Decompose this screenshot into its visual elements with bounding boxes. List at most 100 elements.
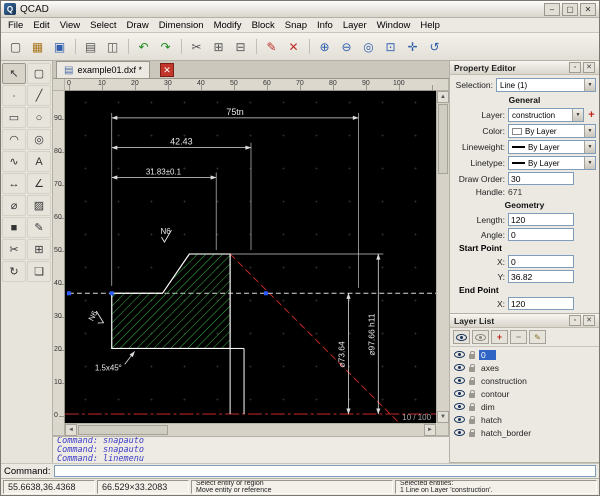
cut-button[interactable]: ✂ [186,36,207,57]
grip-point[interactable] [110,291,114,295]
layer-visibility-icon[interactable] [454,403,465,410]
close-button[interactable]: ✕ [580,3,596,16]
layer-row-dim[interactable]: dim [450,400,599,413]
dimension-text-75[interactable]: 75tn [226,107,243,117]
vertical-scrollbar[interactable]: ▲ ▼ [436,91,449,423]
undock-icon[interactable]: ▫ [569,315,581,326]
scroll-left-icon[interactable]: ◄ [65,424,77,436]
spline-tool-button[interactable]: ∿ [2,151,26,172]
start-y-input[interactable] [508,270,574,283]
minimize-button[interactable]: – [544,3,560,16]
maximize-button[interactable]: ▢ [562,3,578,16]
zoom-window-button[interactable]: ⊡ [380,36,401,57]
zoom-in-button[interactable]: ⊕ [314,36,335,57]
menu-info[interactable]: Info [312,19,338,32]
menu-modify[interactable]: Modify [209,19,247,32]
length-input[interactable] [508,213,574,226]
layer-visibility-icon[interactable] [454,390,465,397]
grip-point[interactable] [264,291,268,295]
remove-layer-button[interactable]: − [510,330,527,344]
print-button[interactable]: ▤ [80,36,101,57]
dimension-text-42[interactable]: 42.43 [170,137,192,147]
dimension-lines[interactable] [112,118,379,414]
rectangle-tool-button[interactable]: ▭ [2,107,26,128]
show-all-layers-button[interactable] [453,330,470,344]
layer-row-hatch[interactable]: hatch [450,413,599,426]
property-editor-titlebar[interactable]: Property Editor ▫ ✕ [450,61,599,75]
ellipse-tool-button[interactable]: ◎ [27,129,51,150]
title-bar[interactable]: Q QCAD –▢✕ [1,1,599,18]
line-tool-button[interactable]: ╱ [27,85,51,106]
layer-row-construction[interactable]: construction [450,374,599,387]
save-file-button[interactable]: ▣ [49,36,70,57]
scroll-down-icon[interactable]: ▼ [437,411,449,423]
circle-tool-button[interactable]: ○ [27,107,51,128]
layer-lock-icon[interactable] [469,406,475,411]
surface-finish-symbol-1[interactable]: N6 [160,227,171,242]
dimension-text-dia73[interactable]: ⌀73.64 [336,341,346,367]
extension-lines[interactable] [112,113,384,288]
menu-view[interactable]: View [55,19,85,32]
chamfer-note[interactable]: 1.5x45° [95,363,122,372]
solid-tool-button[interactable]: ■ [2,217,26,238]
zoom-auto-button[interactable]: ◎ [358,36,379,57]
horizontal-scrollbar[interactable]: ◄ ► [65,423,436,436]
tab-close-icon[interactable]: ✕ [160,63,174,77]
edit-layer-button[interactable]: ✎ [529,330,546,344]
new-file-button[interactable]: ▢ [5,36,26,57]
copy-button[interactable]: ⊞ [208,36,229,57]
add-layer-icon[interactable]: + [587,109,596,121]
menu-draw[interactable]: Draw [122,19,154,32]
layer-visibility-icon[interactable] [454,377,465,384]
menu-block[interactable]: Block [247,19,280,32]
menu-window[interactable]: Window [372,19,416,32]
linetype-dropdown[interactable]: By Layer ▼ [508,156,596,170]
layer-visibility-icon[interactable] [454,364,465,371]
modify-tool-button[interactable]: ✎ [27,217,51,238]
hide-all-layers-button[interactable] [472,330,489,344]
drawing-svg[interactable]: 75tn 42.43 31.83±0.1 ⌀73.64 ⌀97.66 h11 N… [65,91,436,423]
block-tool-button[interactable]: ⊞ [27,239,51,260]
menu-layer[interactable]: Layer [338,19,372,32]
end-x-input[interactable] [508,297,574,310]
erase-button[interactable]: ✕ [283,36,304,57]
undo-button[interactable]: ↶ [133,36,154,57]
layer-dropdown[interactable]: construction ▼ [508,108,584,122]
dimension-text-31[interactable]: 31.83±0.1 [146,167,182,176]
part-section-hatch[interactable] [112,254,230,348]
menu-file[interactable]: File [3,19,28,32]
add-layer-button[interactable]: + [491,330,508,344]
angle-dimension-tool-button[interactable]: ∠ [27,173,51,194]
layer-lock-icon[interactable] [469,432,475,437]
layer-row-contour[interactable]: contour [450,387,599,400]
lineweight-dropdown[interactable]: By Layer ▼ [508,140,596,154]
layer-visibility-icon[interactable] [454,416,465,423]
layer-lock-icon[interactable] [469,354,475,359]
draw-order-input[interactable] [508,172,574,185]
open-file-button[interactable]: ▦ [27,36,48,57]
drawing-canvas[interactable]: 75tn 42.43 31.83±0.1 ⌀73.64 ⌀97.66 h11 N… [65,91,436,423]
menu-snap[interactable]: Snap [280,19,312,32]
zoom-pan-button[interactable]: ✛ [402,36,423,57]
command-input[interactable] [54,465,596,477]
scroll-up-icon[interactable]: ▲ [437,91,449,103]
menu-help[interactable]: Help [415,19,445,32]
tab-example01[interactable]: ▤ example01.dxf * [56,61,150,78]
layer-row-hatch_border[interactable]: hatch_border [450,426,599,439]
dimension-text-dia97[interactable]: ⌀97.66 h11 [366,313,376,355]
surface-finish-symbol-2[interactable]: N6 [87,309,107,327]
start-x-input[interactable] [508,255,574,268]
deselect-tool-button[interactable]: ▢ [27,63,51,84]
rotate-tool-button[interactable]: ↻ [2,261,26,282]
menu-dimension[interactable]: Dimension [154,19,209,32]
scroll-right-icon[interactable]: ► [424,424,436,436]
dimension-tool-button[interactable]: ↔ [2,173,26,194]
selection-dropdown[interactable]: Line (1) ▼ [496,78,596,92]
text-tool-button[interactable]: A [27,151,51,172]
draw-pen-button[interactable]: ✎ [261,36,282,57]
layer-row-0[interactable]: 0 [450,348,599,361]
vertical-scroll-thumb[interactable] [438,104,448,174]
layer-visibility-icon[interactable] [454,351,465,358]
redo-button[interactable]: ↷ [155,36,176,57]
hatch-tool-button[interactable]: ▨ [27,195,51,216]
